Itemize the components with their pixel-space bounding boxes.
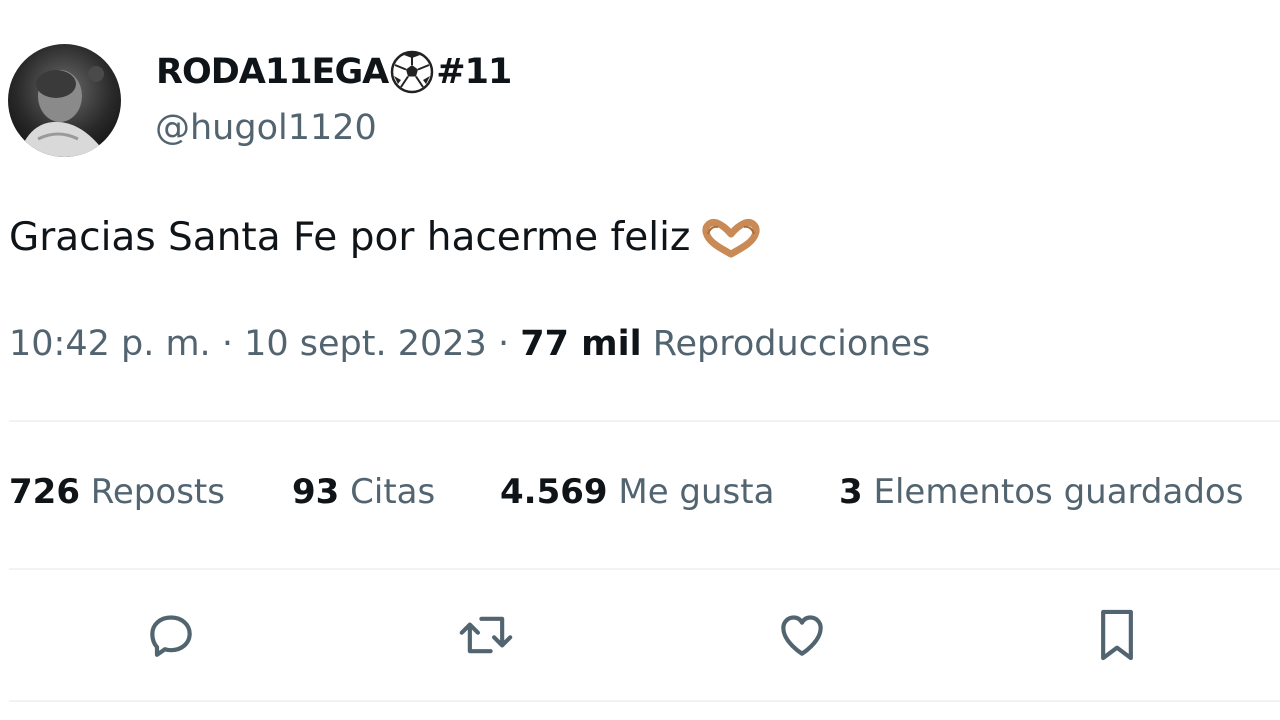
stat-likes[interactable]: 4.569 Me gusta [500,472,774,512]
tweet-card: RODA11EGA #11 @hugol1120 Gracias Santa F… [0,0,1280,720]
tweet-time[interactable]: 10:42 p. m. [9,324,211,364]
reply-button[interactable] [141,605,201,665]
display-name-text: RODA11EGA [156,52,389,92]
soccer-ball-icon [390,50,434,94]
views-label: Reproducciones [652,324,931,364]
like-icon [781,615,823,656]
stat-bookmarks-count: 3 [839,472,863,512]
views-count: 77 mil [520,324,642,364]
reply-icon [150,615,192,657]
display-name[interactable]: RODA11EGA #11 [156,50,512,94]
bookmark-button[interactable] [1087,605,1147,665]
stat-quotes-label: Citas [350,472,436,512]
stat-reposts-label: Reposts [90,472,225,512]
divider [9,420,1280,422]
stat-likes-label: Me gusta [618,472,775,512]
avatar[interactable] [8,44,121,157]
display-name-suffix: #11 [436,52,512,92]
stat-quotes[interactable]: 93 Citas [292,472,435,512]
stat-bookmarks[interactable]: 3 Elementos guardados [839,472,1243,512]
meta-separator: · [497,324,510,364]
repost-button[interactable] [456,605,516,665]
user-handle[interactable]: @hugol1120 [155,108,377,148]
stat-reposts[interactable]: 726 Reposts [9,472,225,512]
meta-separator: · [221,324,233,364]
tweet-date[interactable]: 10 sept. 2023 [244,324,487,364]
tweet-text-content: Gracias Santa Fe por hacerme feliz [9,215,691,260]
stat-bookmarks-label: Elementos guardados [873,472,1244,512]
repost-icon [459,616,513,654]
heart-hands-icon [702,218,760,258]
stat-reposts-count: 726 [9,472,80,512]
stat-likes-count: 4.569 [500,472,608,512]
bookmark-icon [1101,609,1133,661]
divider [9,700,1280,702]
like-button[interactable] [772,605,832,665]
divider [9,568,1280,570]
tweet-text: Gracias Santa Fe por hacerme feliz [9,215,760,260]
tweet-meta: 10:42 p. m. · 10 sept. 2023 · 77 mil Rep… [9,324,930,364]
stat-quotes-count: 93 [292,472,340,512]
